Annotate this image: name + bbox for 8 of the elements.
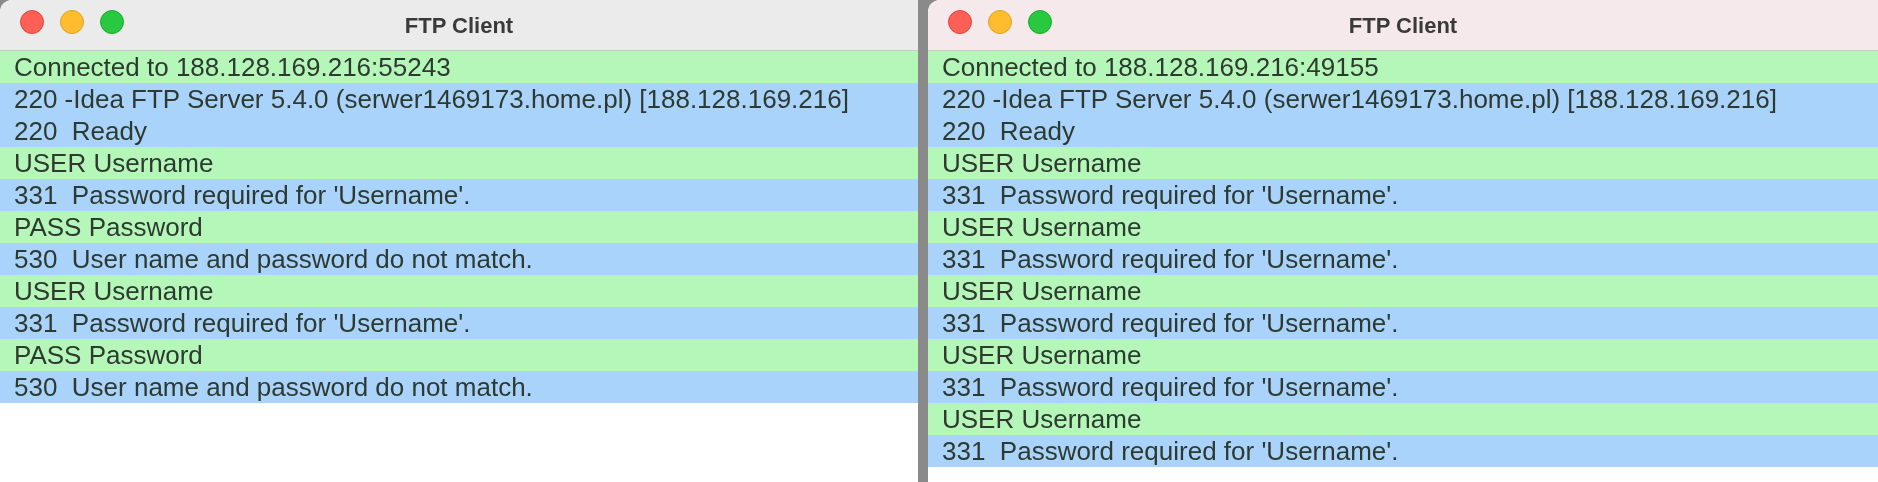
window-title: FTP Client: [1348, 11, 1458, 40]
close-button[interactable]: [948, 10, 972, 34]
window-title: FTP Client: [404, 11, 514, 40]
zoom-button[interactable]: [100, 10, 124, 34]
close-button[interactable]: [20, 10, 44, 34]
minimize-button[interactable]: [60, 10, 84, 34]
minimize-button[interactable]: [988, 10, 1012, 34]
zoom-button[interactable]: [1028, 10, 1052, 34]
